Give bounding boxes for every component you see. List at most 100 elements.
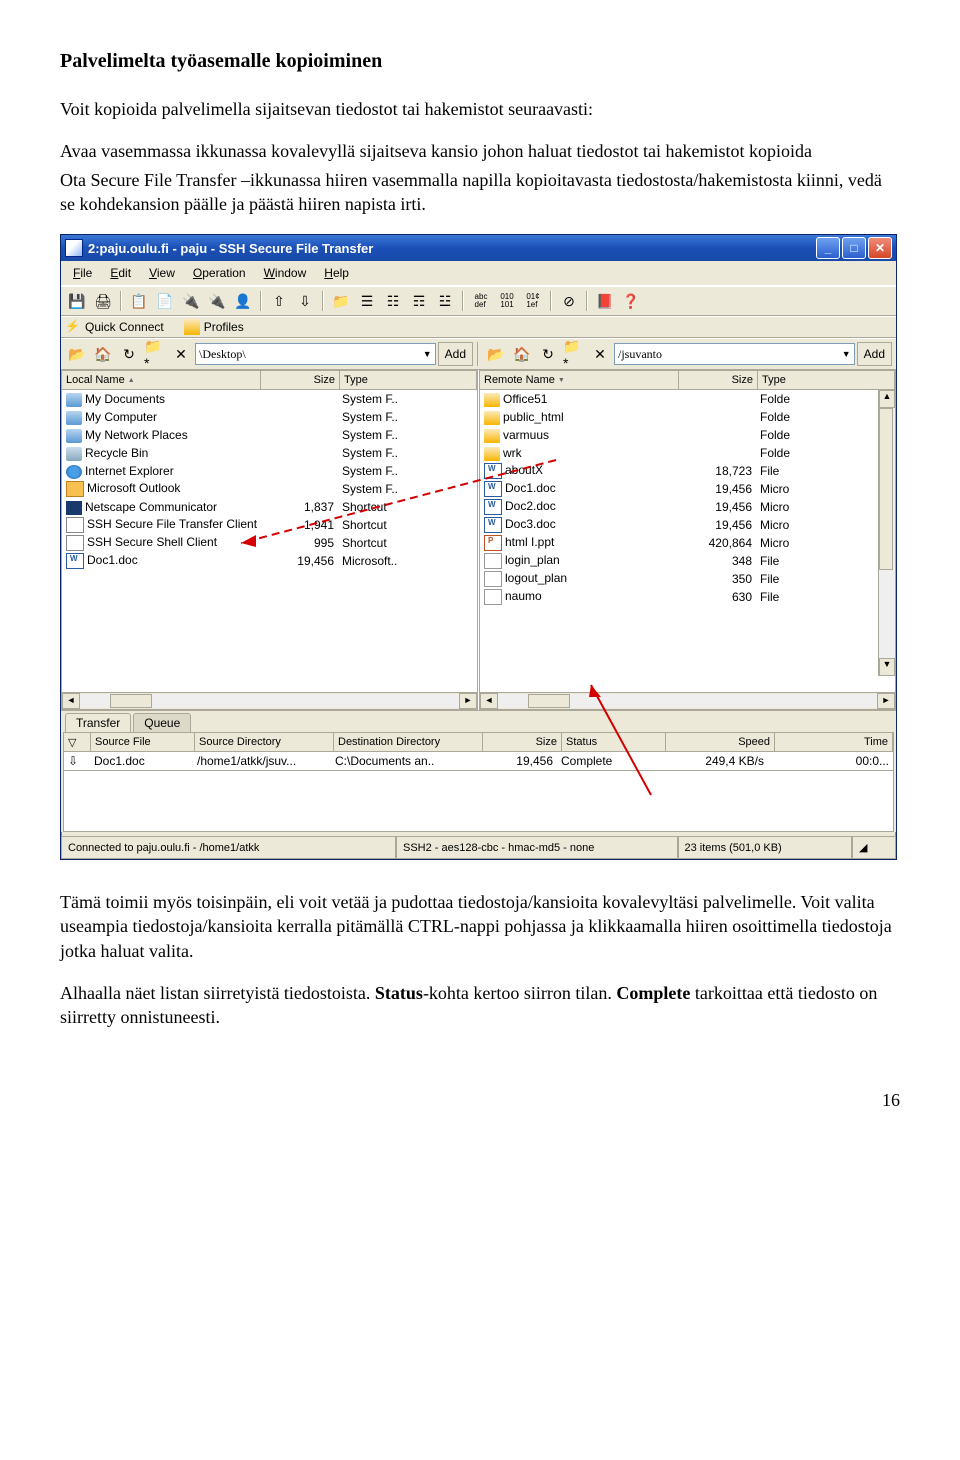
local-file-list[interactable]: My DocumentsSystem F..My ComputerSystem … [62,390,477,692]
file-row[interactable]: Netscape Communicator1,837Shortcut [62,498,477,516]
col-local-name[interactable]: Local Name [62,371,261,389]
file-row[interactable]: login_plan348File [480,552,895,570]
col-remote-size[interactable]: Size [679,371,758,389]
remote-path-input[interactable]: /jsuvanto ▼ [614,343,855,365]
remote-file-list[interactable]: Office51Foldepublic_htmlFoldevarmuusFold… [480,390,895,692]
transfer-row[interactable]: ⇩ Doc1.doc /home1/atkk/jsuv... C:\Docume… [63,752,894,771]
minimize-button[interactable]: _ [816,237,840,259]
disconnect-icon[interactable]: 🔌 [205,289,229,313]
menu-edit[interactable]: Edit [102,264,139,282]
col-source-file[interactable]: Source File [91,733,195,751]
menu-help[interactable]: Help [316,264,357,282]
titlebar[interactable]: 2:paju.oulu.fi - paju - SSH Secure File … [61,235,896,261]
file-icon [484,517,502,533]
local-newfolder-icon[interactable]: 📁* [143,342,167,366]
remote-refresh-icon[interactable]: ↻ [536,342,560,366]
connect-icon[interactable]: 🔌 [179,289,203,313]
local-delete-icon[interactable]: ✕ [169,342,193,366]
file-row[interactable]: Internet ExplorerSystem F.. [62,462,477,480]
file-row[interactable]: SSH Secure File Transfer Client1,941Shor… [62,516,477,534]
scroll-left-icon[interactable]: ◄ [480,693,498,709]
file-row[interactable]: html I.ppt420,864Micro [480,534,895,552]
local-up-icon[interactable]: 📂 [65,342,89,366]
remote-up-icon[interactable]: 📂 [484,342,508,366]
remote-newfolder-icon[interactable]: 📁* [562,342,586,366]
col-direction[interactable]: ▽ [64,733,91,751]
binary-icon[interactable]: 010101 [495,289,519,313]
chevron-down-icon[interactable]: ▼ [423,349,432,359]
status-resize-grip[interactable]: ◢ [852,837,896,859]
col-speed[interactable]: Speed [666,733,775,751]
menu-view[interactable]: View [141,264,183,282]
remote-home-icon[interactable]: 🏠 [510,342,534,366]
local-add-button[interactable]: Add [438,342,473,366]
local-home-icon[interactable]: 🏠 [91,342,115,366]
file-row[interactable]: My ComputerSystem F.. [62,408,477,426]
download-icon[interactable]: ⇩ [293,289,317,313]
maximize-button[interactable]: □ [842,237,866,259]
scroll-right-icon[interactable]: ► [877,693,895,709]
chevron-down-icon[interactable]: ▼ [842,349,851,359]
view-list-icon[interactable]: ☶ [407,289,431,313]
file-row[interactable]: varmuusFolde [480,426,895,444]
col-local-size[interactable]: Size [261,371,340,389]
file-row[interactable]: My Network PlacesSystem F.. [62,426,477,444]
menu-operation[interactable]: Operation [185,264,254,282]
close-button[interactable]: ✕ [868,237,892,259]
paste-icon[interactable]: 📄 [153,289,177,313]
ascii-icon[interactable]: abcdef [469,289,493,313]
remote-h-scrollbar[interactable]: ◄ ► [480,692,895,709]
stop-icon[interactable]: ⊘ [557,289,581,313]
auto-icon[interactable]: 01¢1ef [521,289,545,313]
scroll-up-icon[interactable]: ▲ [879,390,895,408]
remote-v-scrollbar[interactable]: ▲ ▼ [878,390,895,676]
file-row[interactable]: Doc2.doc19,456Micro [480,498,895,516]
file-row[interactable]: public_htmlFolde [480,408,895,426]
file-row[interactable]: Office51Folde [480,390,895,408]
newfolder-icon[interactable]: 📁 [329,289,353,313]
file-row[interactable]: SSH Secure Shell Client995Shortcut [62,534,477,552]
col-local-type[interactable]: Type [340,371,477,389]
upload-icon[interactable]: ⇧ [267,289,291,313]
local-refresh-icon[interactable]: ↻ [117,342,141,366]
quick-connect-button[interactable]: Quick Connect [85,320,164,334]
profiles-button[interactable]: Profiles [204,320,244,334]
menu-window[interactable]: Window [256,264,315,282]
scroll-left-icon[interactable]: ◄ [62,693,80,709]
file-row[interactable]: logout_plan350File [480,570,895,588]
col-remote-name[interactable]: Remote Name [480,371,679,389]
tab-transfer[interactable]: Transfer [65,713,131,732]
file-row[interactable]: Doc1.doc19,456Micro [480,480,895,498]
file-row[interactable]: Doc3.doc19,456Micro [480,516,895,534]
local-path-input[interactable]: \Desktop\ ▼ [195,343,436,365]
scroll-right-icon[interactable]: ► [459,693,477,709]
copy-icon[interactable]: 📋 [127,289,151,313]
col-source-dir[interactable]: Source Directory [195,733,334,751]
col-time[interactable]: Time [775,733,893,751]
print-icon[interactable]: 🖨 [91,289,115,313]
col-remote-type[interactable]: Type [758,371,895,389]
remote-add-button[interactable]: Add [857,342,892,366]
view-details-icon[interactable]: ☳ [433,289,457,313]
col-dest-dir[interactable]: Destination Directory [334,733,483,751]
file-row[interactable]: naumo630File [480,588,895,606]
scroll-down-icon[interactable]: ▼ [879,658,895,676]
remote-delete-icon[interactable]: ✕ [588,342,612,366]
menu-file[interactable]: File [65,264,100,282]
file-row[interactable]: wrkFolde [480,444,895,462]
help-icon[interactable]: ❓ [619,289,643,313]
view-small-icon[interactable]: ☷ [381,289,405,313]
col-status[interactable]: Status [562,733,666,751]
profile-icon[interactable]: 👤 [231,289,255,313]
save-icon[interactable]: 💾 [65,289,89,313]
file-row[interactable]: Recycle BinSystem F.. [62,444,477,462]
col-transfer-size[interactable]: Size [483,733,562,751]
view-large-icon[interactable]: ☰ [355,289,379,313]
file-row[interactable]: aboutX18,723File [480,462,895,480]
options-icon[interactable]: 📕 [593,289,617,313]
file-row[interactable]: Doc1.doc19,456Microsoft.. [62,552,477,570]
local-h-scrollbar[interactable]: ◄ ► [62,692,477,709]
file-row[interactable]: My DocumentsSystem F.. [62,390,477,408]
tab-queue[interactable]: Queue [133,713,191,732]
file-row[interactable]: Microsoft OutlookSystem F.. [62,480,477,498]
